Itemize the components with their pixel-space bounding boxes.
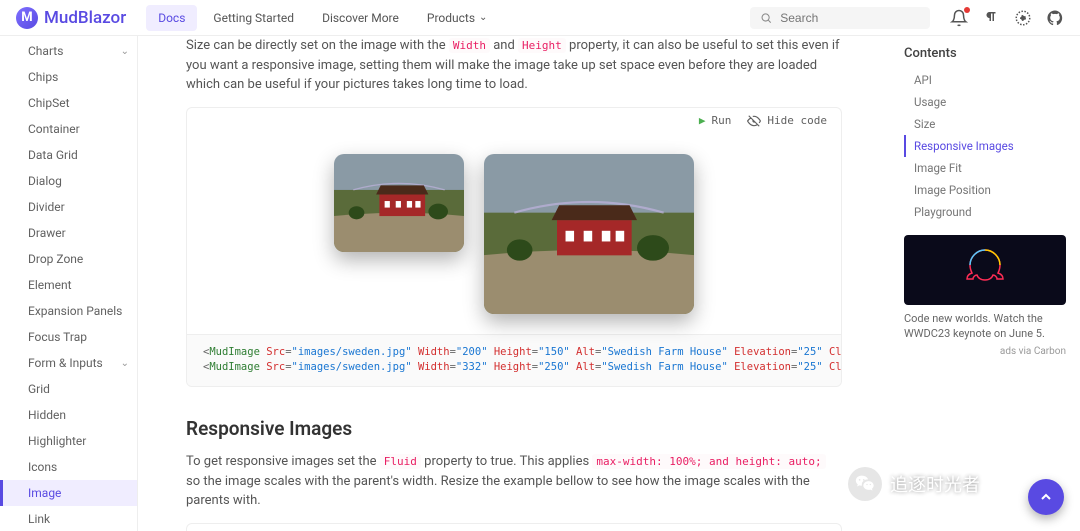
notifications-icon[interactable]	[950, 9, 968, 27]
size-example: ▶Run Hide code <MudImage Src="images/swe…	[186, 107, 842, 388]
size-description: Size can be directly set on the image wi…	[186, 36, 842, 95]
topnav-products[interactable]: Products⌄	[415, 5, 500, 31]
top-nav: DocsGetting StartedDiscover MoreProducts…	[146, 5, 499, 31]
toc-image-fit[interactable]: Image Fit	[904, 157, 1066, 179]
sidebar-item-hidden[interactable]: Hidden	[0, 402, 137, 428]
github-icon[interactable]	[1046, 9, 1064, 27]
topnav-docs[interactable]: Docs	[146, 5, 197, 31]
watermark: 追逐时光者	[848, 467, 980, 501]
responsive-example: ▶Run Hide code	[186, 523, 842, 531]
sidebar-item-expansion-panels[interactable]: Expansion Panels	[0, 298, 137, 324]
chevron-down-icon: ⌄	[121, 46, 129, 57]
sidebar-item-chipset[interactable]: ChipSet	[0, 90, 137, 116]
brand-logo[interactable]: M MudBlazor	[16, 7, 126, 29]
theme-icon[interactable]	[1014, 9, 1032, 27]
example-image-large	[484, 154, 694, 314]
sidebar-item-drawer[interactable]: Drawer	[0, 220, 137, 246]
code-height: Height	[518, 38, 566, 53]
ad-attribution: ads via Carbon	[904, 346, 1066, 357]
sidebar-item-chips[interactable]: Chips	[0, 64, 137, 90]
code-fluid: Fluid	[380, 454, 421, 469]
sidebar-nav: Charts⌄ChipsChipSetContainerData GridDia…	[0, 36, 138, 531]
sidebar-item-image[interactable]: Image	[0, 480, 137, 506]
appbar-actions	[950, 9, 1064, 27]
rtl-icon[interactable]	[982, 9, 1000, 27]
sidebar-item-grid[interactable]: Grid	[0, 376, 137, 402]
topnav-getting-started[interactable]: Getting Started	[201, 5, 306, 31]
search-input[interactable]	[780, 11, 920, 25]
toc-playground[interactable]: Playground	[904, 201, 1066, 223]
sidebar-item-focus-trap[interactable]: Focus Trap	[0, 324, 137, 350]
sidebar-item-dialog[interactable]: Dialog	[0, 168, 137, 194]
sidebar-item-icons[interactable]: Icons	[0, 454, 137, 480]
main-content: Size can be directly set on the image wi…	[138, 36, 890, 531]
code-snippet: <MudImage Src="images/sweden.jpg" Width=…	[187, 334, 841, 387]
chevron-up-icon	[1038, 489, 1054, 505]
app-bar: M MudBlazor DocsGetting StartedDiscover …	[0, 0, 1080, 36]
ad-text: Code new worlds. Watch the WWDC23 keynot…	[904, 311, 1066, 342]
sidebar-item-data-grid[interactable]: Data Grid	[0, 142, 137, 168]
toc-image-position[interactable]: Image Position	[904, 179, 1066, 201]
sidebar-item-element[interactable]: Element	[0, 272, 137, 298]
watermark-text: 追逐时光者	[890, 471, 980, 497]
brand-name: MudBlazor	[44, 8, 126, 28]
code-width: Width	[449, 38, 490, 53]
toc-usage[interactable]: Usage	[904, 91, 1066, 113]
sidebar-item-divider[interactable]: Divider	[0, 194, 137, 220]
code-css: max-width: 100%; and height: auto;	[592, 454, 825, 469]
chevron-down-icon: ⌄	[121, 358, 129, 369]
responsive-heading: Responsive Images	[186, 417, 842, 440]
sidebar-item-highlighter[interactable]: Highlighter	[0, 428, 137, 454]
topnav-discover-more[interactable]: Discover More	[310, 5, 411, 31]
search-box[interactable]	[750, 7, 930, 29]
scroll-top-button[interactable]	[1028, 479, 1064, 515]
notification-dot	[964, 7, 970, 13]
table-of-contents: Contents APIUsageSizeResponsive ImagesIm…	[890, 36, 1080, 531]
wechat-icon	[848, 467, 882, 501]
toc-size[interactable]: Size	[904, 113, 1066, 135]
toc-title: Contents	[904, 46, 1066, 61]
example-image-small	[334, 154, 464, 252]
run-button[interactable]: ▶Run	[699, 114, 732, 128]
logo-icon: M	[16, 7, 38, 29]
sidebar-item-container[interactable]: Container	[0, 116, 137, 142]
sidebar-item-charts[interactable]: Charts⌄	[0, 38, 137, 64]
sidebar-item-link[interactable]: Link	[0, 506, 137, 531]
sidebar-item-drop-zone[interactable]: Drop Zone	[0, 246, 137, 272]
toc-api[interactable]: API	[904, 69, 1066, 91]
search-icon	[760, 11, 772, 25]
responsive-description: To get responsive images set the Fluid p…	[186, 452, 842, 511]
hide-code-button[interactable]: Hide code	[747, 114, 827, 128]
toc-responsive-images[interactable]: Responsive Images	[904, 135, 1066, 157]
ad-image	[904, 235, 1066, 305]
sidebar-item-form-inputs[interactable]: Form & Inputs⌄	[0, 350, 137, 376]
carbon-ad[interactable]: Code new worlds. Watch the WWDC23 keynot…	[904, 235, 1066, 357]
